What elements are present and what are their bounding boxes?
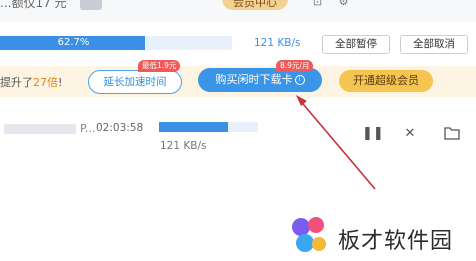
item-progress-fill [159, 122, 229, 132]
skin-icon[interactable]: ⊡ [312, 0, 323, 10]
avatar[interactable] [80, 0, 102, 10]
watermark-logo [292, 217, 326, 252]
top-partial-text: ...额仅17 元 [0, 0, 67, 10]
open-super-vip-button[interactable]: 开通超级会员 [339, 70, 433, 92]
promo-text-after: ! [58, 76, 63, 89]
promo-text: 提升了27倍! [0, 74, 62, 90]
remaining-time: 02:03:58 [96, 122, 144, 134]
total-progress-bar: 62.7% [0, 36, 232, 50]
item-progress-bar [159, 122, 258, 132]
file-name-blurred [4, 124, 76, 134]
file-name[interactable]: P... [80, 122, 95, 135]
cancel-all-button[interactable]: 全部取消 [400, 35, 468, 54]
member-center-button[interactable]: 会员中心 [222, 0, 288, 10]
close-icon[interactable]: ✕ [403, 126, 417, 142]
buy-button-label: 购买闲时下载卡 [215, 73, 293, 86]
settings-icon[interactable]: ⚙ [338, 0, 349, 10]
pause-icon[interactable]: ❚❚ [362, 126, 384, 142]
item-speed: 121 KB/s [160, 140, 207, 152]
total-speed: 121 KB/s [254, 37, 301, 49]
watermark-text: 板才软件园 [338, 229, 454, 254]
folder-icon[interactable] [444, 126, 460, 142]
extend-speedup-button[interactable]: 延长加速时间 [88, 70, 182, 94]
promo-text-before: 提升了 [0, 76, 33, 89]
total-progress-label: 62.7% [57, 37, 90, 48]
pause-all-button[interactable]: 全部暂停 [322, 35, 390, 54]
promo-highlight: 27倍 [33, 76, 58, 89]
top-bar: ...额仅17 元 会员中心 ⊡ ⚙ [0, 0, 476, 22]
buy-price-badge: 8.9元/月 [276, 60, 314, 72]
extend-price-badge: 最低1.9元 [138, 60, 181, 72]
info-icon: i [294, 75, 305, 85]
